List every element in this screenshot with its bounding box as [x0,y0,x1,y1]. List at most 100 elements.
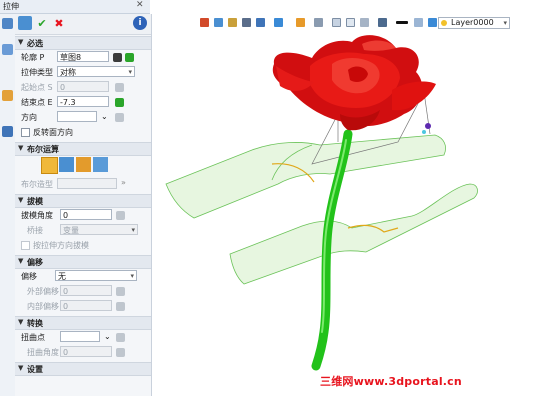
offset-select[interactable]: 无 ▾ [55,270,137,281]
end-row: 结束点 E -7.3 [15,96,151,109]
direction-label: 方向 [21,113,37,122]
direction-field[interactable] [57,111,97,122]
extruded-surface-back [165,134,446,219]
inner-offset-field[interactable]: 0 [60,300,112,311]
collapse-arrow-icon: ▼ [18,144,24,152]
section-required[interactable]: ▼ 必选 [15,36,151,50]
collapse-arrow-icon: ▼ [18,257,24,265]
boolean-base-icon[interactable] [41,157,58,174]
offset-value: 无 [58,272,66,281]
extrude-type-value: 对称 [60,68,76,77]
outer-offset-label: 外部偏移 [27,287,59,296]
boolean-type-field[interactable] [57,178,117,189]
start-pick-icon[interactable] [115,83,124,92]
direction-pick-icon[interactable] [115,113,124,122]
window-title: 拉伸 [3,2,19,11]
section-title: 偏移 [27,258,43,267]
start-row: 起始点 S 0 [15,81,151,94]
chevron-down-icon[interactable]: ⌄ [104,332,111,341]
twist-point-label: 扭曲点 [21,333,45,342]
draft-pick-icon[interactable] [116,211,125,220]
twist-angle-row: 扭曲角度 0 [15,346,151,359]
section-settings[interactable]: ▼ 设置 [15,362,151,376]
section-title: 必选 [27,39,43,48]
end-field[interactable]: -7.3 [57,96,109,107]
draft-edge-label: 桥接 [27,226,43,235]
twist-point-row: 扭曲点 ⌄ [15,331,151,344]
draft-edge-select[interactable]: 变量 ▾ [60,224,138,235]
info-button[interactable]: i [133,16,147,30]
inner-offset-row: 内部偏移 0 [15,300,151,313]
profile-sketch-icon[interactable] [125,53,134,62]
draft-edge-row: 桥接 变量 ▾ [15,224,151,237]
end-handle-icon[interactable] [425,123,431,129]
ok-button[interactable]: ✔ [35,16,49,30]
draft-angle-field[interactable]: 0 [60,209,112,220]
profile-row: 轮廓 P 草图8 [15,51,151,64]
draft-angle-row: 拔模角度 0 [15,209,151,222]
start-label: 起始点 S [21,83,53,92]
reverse-checkbox[interactable] [21,128,30,137]
end-label: 结束点 E [21,98,53,107]
section-offset[interactable]: ▼ 偏移 [15,255,151,269]
chevron-down-icon: ▾ [128,68,132,76]
chevron-down-icon: ▾ [130,272,134,280]
drag-handle-icon[interactable] [422,130,426,134]
panel-toolbar: ✔ ✖ i [15,14,151,35]
extruded-surface-front [229,183,478,285]
outer-offset-field[interactable]: 0 [60,285,112,296]
extrude-panel: ✔ ✖ i ▼ 必选 轮廓 P 草图8 拉伸类型 对称 ▾ 起始点 S 0 结束… [15,14,152,396]
twist-point-field[interactable] [60,331,100,342]
rose-model[interactable] [152,14,552,396]
reverse-label: 反转面方向 [33,128,73,137]
extrude-type-label: 拉伸类型 [21,68,53,77]
boolean-intersect-icon[interactable] [93,157,108,172]
section-twist[interactable]: ▼ 转换 [15,316,151,330]
draft-direction-checkbox[interactable] [21,241,30,250]
inner-offset-pick-icon[interactable] [116,302,125,311]
boolean-type-row: 布尔造型 » [15,178,151,191]
boolean-type-label: 布尔造型 [21,180,53,189]
palette-icon[interactable] [2,90,13,101]
cancel-button[interactable]: ✖ [52,16,66,30]
section-boolean[interactable]: ▼ 布尔运算 [15,142,151,156]
outer-offset-row: 外部偏移 0 [15,285,151,298]
viewport[interactable]: Layer0000 ▾ [152,14,552,396]
window-title-bar: 拉伸 ✕ [0,0,150,14]
properties-icon[interactable] [2,126,13,137]
draft-direction-label: 按拉伸方向拔模 [33,241,89,250]
extrude-cube-icon[interactable] [18,16,32,30]
draft-edge-value: 变量 [63,226,79,235]
chevron-down-icon: ▾ [131,226,135,234]
collapse-arrow-icon: ▼ [18,196,24,204]
boolean-remove-icon[interactable] [76,157,91,172]
watermark: 三维网www.3dportal.cn [320,375,462,388]
twist-angle-pick-icon[interactable] [116,348,125,357]
extrude-type-row: 拉伸类型 对称 ▾ [15,66,151,79]
direction-row: 方向 ⌄ [15,111,151,124]
twist-angle-field[interactable]: 0 [60,346,112,357]
chevron-double-down-icon[interactable]: » [121,178,126,187]
close-icon[interactable]: ✕ [136,0,144,10]
start-field[interactable]: 0 [57,81,109,92]
section-draft[interactable]: ▼ 拔模 [15,194,151,208]
section-title: 拔模 [27,197,43,206]
chevron-down-icon[interactable]: ⌄ [101,112,108,121]
offset-label: 偏移 [21,272,37,281]
feature-tree-icon[interactable] [2,18,13,29]
history-icon[interactable] [2,44,13,55]
reverse-row: 反转面方向 [15,126,151,139]
profile-pick-icon[interactable] [113,53,122,62]
draft-check-row: 按拉伸方向拔模 [15,239,151,252]
end-pick-icon[interactable] [115,98,124,107]
boolean-add-icon[interactable] [59,157,74,172]
collapse-arrow-icon: ▼ [18,318,24,326]
twist-point-pick-icon[interactable] [116,333,125,342]
inner-offset-label: 内部偏移 [27,302,59,311]
profile-field[interactable]: 草图8 [57,51,109,62]
profile-label: 轮廓 P [21,53,45,62]
section-title: 转换 [27,319,43,328]
twist-angle-label: 扭曲角度 [27,348,59,357]
extrude-type-select[interactable]: 对称 ▾ [57,66,135,77]
outer-offset-pick-icon[interactable] [116,287,125,296]
